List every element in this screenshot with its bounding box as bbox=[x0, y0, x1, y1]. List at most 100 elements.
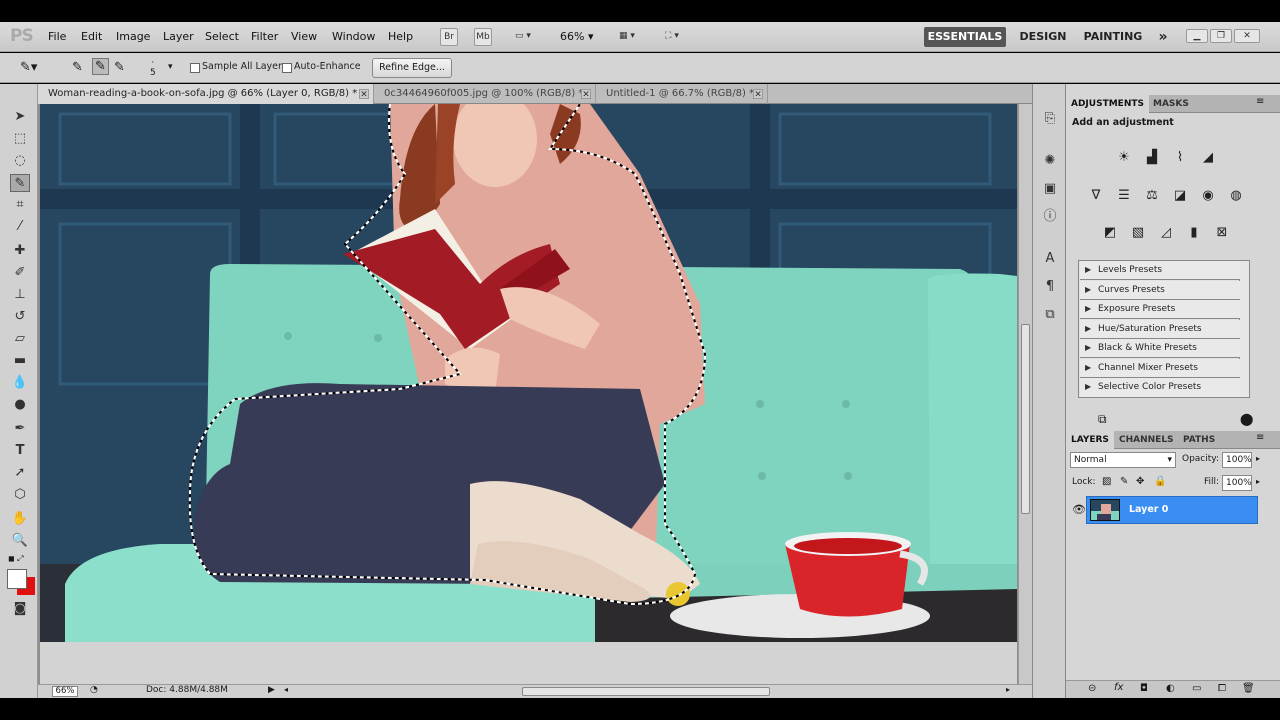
mini-bridge-button[interactable]: Mb bbox=[474, 28, 492, 46]
lock-position-icon[interactable]: ✥ bbox=[1136, 476, 1144, 487]
foreground-color-swatch[interactable] bbox=[7, 569, 27, 589]
scroll-right-icon[interactable]: ▸ bbox=[1006, 685, 1010, 694]
minimize-icon[interactable]: ▁ bbox=[1186, 29, 1208, 43]
threshold-icon[interactable]: ◿ bbox=[1156, 224, 1176, 242]
close-tab-icon[interactable]: ✕ bbox=[753, 89, 763, 100]
auto-enhance-checkbox[interactable] bbox=[282, 63, 292, 73]
eraser-tool-icon[interactable]: ▱ bbox=[10, 330, 30, 348]
tab-document-1[interactable]: Woman-reading-a-book-on-sofa.jpg @ 66% (… bbox=[38, 84, 374, 104]
quick-selection-tool-icon[interactable]: ✎ bbox=[10, 174, 30, 192]
selective-color-icon[interactable]: ⊠ bbox=[1212, 224, 1232, 242]
menu-select[interactable]: Select bbox=[205, 30, 239, 43]
add-mask-icon[interactable]: ◘ bbox=[1140, 683, 1148, 694]
info-panel-icon[interactable]: ⓘ bbox=[1041, 208, 1059, 226]
brush-picker-arrow-icon[interactable]: ▾ bbox=[168, 62, 173, 72]
blur-tool-icon[interactable]: 💧 bbox=[10, 374, 30, 392]
tab-document-2[interactable]: 0c34464960f005.jpg @ 100% (RGB/8) * ✕ bbox=[374, 84, 596, 104]
lock-all-icon[interactable]: 🔒 bbox=[1154, 476, 1166, 487]
menu-view[interactable]: View bbox=[291, 30, 317, 43]
curves-icon[interactable]: ⌇ bbox=[1170, 149, 1190, 167]
gradient-map-icon[interactable]: ▮ bbox=[1184, 224, 1204, 242]
path-selection-tool-icon[interactable]: ➚ bbox=[10, 464, 30, 482]
posterize-icon[interactable]: ▧ bbox=[1128, 224, 1148, 242]
vertical-scroll-thumb[interactable] bbox=[1021, 324, 1030, 514]
crop-tool-icon[interactable]: ⌗ bbox=[10, 196, 30, 214]
paragraph-panel-icon[interactable]: ¶ bbox=[1041, 278, 1059, 296]
photo-filter-icon[interactable]: ◉ bbox=[1198, 187, 1218, 205]
preset-exposure[interactable]: ▶ Exposure Presets bbox=[1080, 300, 1240, 319]
arrange-documents-dropdown[interactable]: ▦ ▾ bbox=[612, 28, 642, 46]
panel-menu-icon[interactable]: ≡ bbox=[1256, 96, 1264, 107]
workspace-painting[interactable]: PAINTING bbox=[1080, 27, 1146, 47]
menu-edit[interactable]: Edit bbox=[81, 30, 102, 43]
clone-stamp-tool-icon[interactable]: ⊥ bbox=[10, 286, 30, 304]
healing-brush-tool-icon[interactable]: ✚ bbox=[10, 242, 30, 260]
menu-layer[interactable]: Layer bbox=[163, 30, 194, 43]
brightness-contrast-icon[interactable]: ☀ bbox=[1114, 149, 1134, 167]
fill-arrow-icon[interactable]: ▸ bbox=[1256, 477, 1260, 486]
dodge-tool-icon[interactable]: ● bbox=[10, 396, 30, 414]
default-colors-icon[interactable]: ◼ ⤢ bbox=[8, 554, 24, 564]
lock-image-icon[interactable]: ✎ bbox=[1120, 476, 1128, 487]
blend-mode-select[interactable]: Normal ▾ bbox=[1070, 452, 1176, 468]
lock-transparent-icon[interactable]: ▨ bbox=[1102, 476, 1111, 487]
eyedropper-tool-icon[interactable]: ⁄ bbox=[10, 218, 30, 236]
vibrance-icon[interactable]: ∇ bbox=[1086, 187, 1106, 205]
layer-visibility-eye-icon[interactable]: 👁 bbox=[1072, 503, 1086, 516]
presets-scrollbar[interactable] bbox=[1240, 260, 1250, 398]
move-tool-icon[interactable]: ➤ bbox=[10, 108, 30, 126]
menu-window[interactable]: Window bbox=[332, 30, 375, 43]
hand-tool-icon[interactable]: ✋ bbox=[10, 510, 30, 528]
history-brush-tool-icon[interactable]: ↺ bbox=[10, 308, 30, 326]
zoom-tool-icon[interactable]: 🔍 bbox=[10, 532, 30, 550]
new-selection-icon[interactable]: ✎ bbox=[72, 60, 83, 75]
menu-help[interactable]: Help bbox=[388, 30, 413, 43]
sample-all-layers-checkbox[interactable] bbox=[190, 63, 200, 73]
menu-file[interactable]: File bbox=[48, 30, 66, 43]
preset-levels[interactable]: ▶ Levels Presets bbox=[1080, 261, 1240, 280]
preset-selective-color[interactable]: ▶ Selective Color Presets bbox=[1080, 378, 1240, 397]
tab-channels[interactable]: CHANNELS bbox=[1114, 431, 1179, 449]
clone-source-panel-icon[interactable]: ⧉ bbox=[1041, 306, 1059, 324]
tab-adjustments[interactable]: ADJUSTMENTS bbox=[1066, 95, 1149, 113]
preset-curves[interactable]: ▶ Curves Presets bbox=[1080, 280, 1240, 300]
bridge-button[interactable]: Br bbox=[440, 28, 458, 46]
levels-icon[interactable]: ▟ bbox=[1142, 149, 1162, 167]
subtract-from-selection-icon[interactable]: ✎ bbox=[114, 60, 125, 75]
history-panel-icon[interactable]: ⎘ bbox=[1041, 110, 1059, 128]
layers-panel-menu-icon[interactable]: ≡ bbox=[1256, 432, 1264, 443]
tab-document-3[interactable]: Untitled-1 @ 66.7% (RGB/8) * ✕ bbox=[596, 84, 768, 104]
screen-mode-dropdown[interactable]: ⛶ ▾ bbox=[656, 28, 688, 46]
workspace-design[interactable]: DESIGN bbox=[1016, 27, 1070, 47]
document-canvas-image[interactable] bbox=[40, 104, 1017, 642]
new-adjustment-layer-icon[interactable]: ◐ bbox=[1166, 683, 1175, 694]
horizontal-scroll-thumb[interactable] bbox=[522, 687, 770, 696]
preset-channel-mixer[interactable]: ▶ Channel Mixer Presets bbox=[1080, 358, 1240, 378]
black-white-icon[interactable]: ◪ bbox=[1170, 187, 1190, 205]
menu-image[interactable]: Image bbox=[116, 30, 150, 43]
brush-tool-icon[interactable]: ✐ bbox=[10, 264, 30, 282]
swatches-panel-icon[interactable]: ✺ bbox=[1041, 152, 1059, 170]
delete-layer-icon[interactable]: 🗑 bbox=[1242, 683, 1255, 694]
menu-filter[interactable]: Filter bbox=[251, 30, 278, 43]
exposure-icon[interactable]: ◢ bbox=[1198, 149, 1218, 167]
close-tab-icon[interactable]: ✕ bbox=[359, 89, 369, 100]
invert-icon[interactable]: ◩ bbox=[1100, 224, 1120, 242]
shape-tool-icon[interactable]: ⬡ bbox=[10, 486, 30, 504]
preset-black-white[interactable]: ▶ Black & White Presets bbox=[1080, 339, 1240, 358]
refine-edge-button[interactable]: Refine Edge... bbox=[372, 58, 452, 78]
workspace-essentials[interactable]: ESSENTIALS bbox=[924, 27, 1006, 47]
clip-to-layer-icon[interactable]: ⬤ bbox=[1240, 412, 1253, 426]
styles-panel-icon[interactable]: ▣ bbox=[1041, 180, 1059, 198]
add-to-selection-icon[interactable]: ✎ bbox=[92, 58, 109, 75]
new-group-icon[interactable]: ▭ bbox=[1192, 683, 1201, 694]
status-menu-arrow-icon[interactable]: ▶ bbox=[268, 685, 275, 695]
layer-row[interactable]: Layer 0 bbox=[1086, 496, 1258, 524]
character-panel-icon[interactable]: A bbox=[1041, 250, 1059, 268]
tab-layers[interactable]: LAYERS bbox=[1066, 431, 1114, 449]
brush-size-picker[interactable]: · 5 bbox=[150, 58, 156, 78]
opacity-field[interactable]: 100% bbox=[1222, 452, 1252, 468]
lasso-tool-icon[interactable]: ◌ bbox=[10, 152, 30, 170]
tab-masks[interactable]: MASKS bbox=[1148, 95, 1194, 113]
return-to-list-icon[interactable]: ⧉ bbox=[1098, 412, 1107, 427]
